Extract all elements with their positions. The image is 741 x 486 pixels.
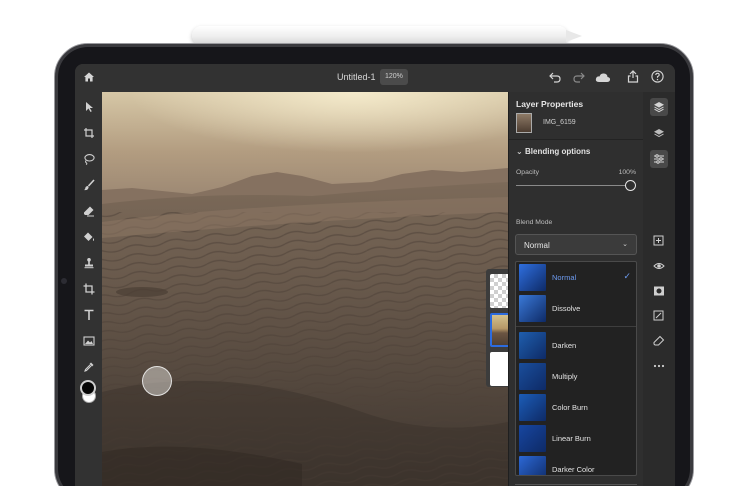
more-icon[interactable] — [650, 357, 668, 375]
undo-icon[interactable] — [549, 72, 561, 83]
blend-mode-item[interactable]: Darken — [516, 330, 636, 361]
layer-thumb-photo[interactable] — [490, 313, 508, 347]
layer-row[interactable]: IMG_6159 — [516, 113, 638, 133]
document-title[interactable]: Untitled-1 — [337, 72, 376, 82]
blend-mode-dropdown[interactable]: Normal ⌄ — [515, 234, 637, 255]
crop-icon[interactable] — [79, 279, 98, 298]
blend-mode-name: Normal — [552, 273, 577, 282]
canvas-image[interactable] — [102, 92, 508, 486]
desert-photo — [102, 92, 508, 486]
blend-mode-item[interactable]: Multiply — [516, 361, 636, 392]
document-title-area: Untitled-1 120% — [75, 64, 675, 92]
ipad-device: Untitled-1 120% Layer Properties IMG_615… — [54, 43, 694, 486]
chevron-down-icon: ⌄ — [622, 241, 628, 248]
blend-mode-item[interactable]: Linear Burn — [516, 423, 636, 454]
eyedropper-icon[interactable] — [79, 357, 98, 376]
layer-name: IMG_6159 — [543, 119, 576, 126]
blend-mode-item[interactable]: Color Burn — [516, 392, 636, 423]
type-icon[interactable] — [79, 305, 98, 324]
layer-thumb-white[interactable] — [490, 352, 508, 386]
layer-properties-panel: Layer Properties IMG_6159 ⌄ Blending opti… — [508, 92, 644, 486]
divider — [509, 139, 644, 140]
help-icon[interactable] — [651, 70, 664, 83]
blend-mode-swatch — [519, 264, 546, 291]
cloud-icon[interactable] — [595, 72, 611, 83]
blend-mode-name: Multiply — [552, 372, 578, 381]
layer-thumbnails — [486, 269, 508, 387]
blend-mode-value: Normal — [524, 241, 550, 250]
blending-options-header[interactable]: ⌄ Blending options — [516, 147, 590, 156]
clone-stamp-icon[interactable] — [79, 253, 98, 272]
blend-mode-swatch — [519, 295, 546, 322]
fill-icon[interactable] — [79, 227, 98, 246]
blend-mode-swatch — [519, 363, 546, 390]
opacity-value[interactable]: 100% — [619, 169, 636, 176]
blend-mode-name: Dissolve — [552, 304, 581, 313]
place-image-icon[interactable] — [79, 331, 98, 350]
mask-icon[interactable] — [650, 282, 668, 300]
top-bar: Untitled-1 120% — [75, 64, 675, 92]
blend-mode-name: Linear Burn — [552, 434, 591, 443]
section-title: Blending options — [525, 147, 591, 156]
blend-mode-item[interactable]: Darker Color — [516, 454, 636, 475]
home-icon[interactable] — [83, 71, 95, 83]
photoshop-screen: Untitled-1 120% Layer Properties IMG_615… — [75, 64, 675, 486]
blend-mode-name: Color Burn — [552, 403, 588, 412]
panel-bottom-divider — [515, 484, 637, 485]
adjustment-layer-icon[interactable] — [650, 307, 668, 325]
add-layer-icon[interactable] — [650, 232, 668, 250]
opacity-slider-track[interactable] — [516, 185, 631, 186]
blend-group-separator — [516, 326, 636, 327]
blend-mode-item[interactable]: Dissolve — [516, 293, 636, 324]
layer-thumb-empty[interactable] — [490, 274, 508, 308]
blend-mode-item[interactable]: Normal ✓ — [516, 262, 636, 293]
touch-indicator — [142, 366, 172, 396]
brush-icon[interactable] — [79, 175, 98, 194]
transform-icon[interactable] — [79, 123, 98, 142]
select-icon[interactable] — [79, 97, 98, 116]
pencil-tip — [566, 30, 582, 42]
lasso-icon[interactable] — [79, 149, 98, 168]
blend-mode-label: Blend Mode — [516, 219, 553, 226]
eraser-icon[interactable] — [79, 201, 98, 220]
zoom-level[interactable]: 120% — [380, 69, 408, 85]
redo-icon[interactable] — [573, 72, 585, 83]
blend-mode-swatch — [519, 394, 546, 421]
checkmark-icon: ✓ — [623, 271, 631, 281]
front-camera — [61, 278, 67, 284]
visibility-icon[interactable] — [650, 257, 668, 275]
chevron-down-icon: ⌄ — [516, 147, 523, 156]
blend-mode-swatch — [519, 425, 546, 452]
opacity-label: Opacity — [516, 169, 540, 176]
blend-mode-name: Darker Color — [552, 465, 595, 474]
blend-mode-list: Normal ✓ Dissolve Darken Multiply Color Burn L… — [515, 261, 637, 476]
blend-mode-name: Darken — [552, 341, 577, 350]
share-icon[interactable] — [627, 70, 639, 83]
panel-title: Layer Properties — [516, 99, 584, 109]
foreground-color-swatch[interactable] — [80, 380, 96, 396]
blend-mode-swatch — [519, 332, 546, 359]
layer-thumbnail — [516, 113, 532, 133]
clear-icon[interactable] — [650, 332, 668, 350]
left-toolbar — [75, 92, 102, 486]
blend-mode-swatch — [519, 456, 546, 475]
page-curl-overlay — [635, 92, 675, 217]
